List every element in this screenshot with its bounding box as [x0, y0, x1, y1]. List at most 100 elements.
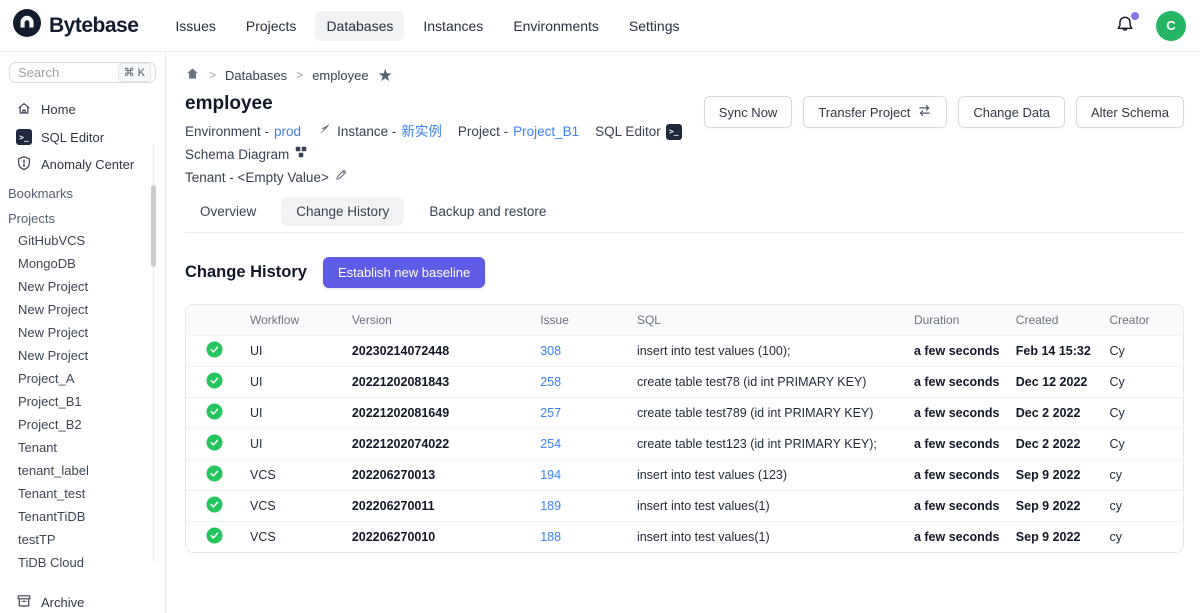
cell-duration: a few seconds — [906, 429, 1008, 460]
project-list: GitHubVCSMongoDBNew ProjectNew ProjectNe… — [0, 229, 165, 574]
cell-sql: insert into test values(1) — [629, 522, 906, 553]
tab-change-history[interactable]: Change History — [281, 197, 404, 226]
sidebar-project-item[interactable]: New Project — [0, 321, 165, 344]
change-history-header: Change History Establish new baseline — [185, 257, 1184, 288]
change-data-button[interactable]: Change Data — [958, 96, 1065, 128]
sync-now-button[interactable]: Sync Now — [704, 96, 793, 128]
user-avatar[interactable]: C — [1156, 11, 1186, 41]
favorite-star-icon[interactable]: ★ — [378, 67, 393, 84]
nav-right: C — [1114, 11, 1186, 41]
section-title: Change History — [185, 263, 307, 282]
tab-bar: Overview Change History Backup and resto… — [185, 197, 1184, 233]
col-status — [186, 305, 242, 336]
tab-overview[interactable]: Overview — [185, 197, 271, 226]
cell-version: 202206270010 — [344, 522, 532, 553]
nav-item-databases[interactable]: Databases — [315, 11, 404, 41]
sidebar-project-item[interactable]: testTP — [0, 528, 165, 551]
nav-item-instances[interactable]: Instances — [412, 11, 494, 41]
sidebar-item-sql-editor[interactable]: >_ SQL Editor — [0, 124, 165, 150]
alter-schema-button[interactable]: Alter Schema — [1076, 96, 1184, 128]
sidebar-project-item[interactable]: Tenant_test — [0, 482, 165, 505]
environment-label: Environment - — [185, 120, 269, 143]
search-input[interactable] — [18, 65, 104, 80]
sql-editor-shortcut[interactable]: SQL Editor >_ — [595, 120, 682, 143]
breadcrumb-employee[interactable]: employee — [312, 68, 368, 83]
change-history-table: Workflow Version Issue SQL Duration Crea… — [185, 304, 1184, 553]
instance-label: Instance - — [337, 120, 396, 143]
nav-item-settings[interactable]: Settings — [618, 11, 691, 41]
issue-link[interactable]: 254 — [540, 437, 561, 451]
cell-creator: cy — [1101, 522, 1183, 553]
table-row[interactable]: VCS 202206270010 188 insert into test va… — [186, 522, 1183, 553]
cell-created: Dec 2 2022 — [1008, 429, 1102, 460]
sidebar-item-label: SQL Editor — [41, 130, 104, 145]
sidebar-scrollbar-thumb[interactable] — [151, 185, 156, 267]
project-link[interactable]: Project_B1 — [513, 120, 579, 143]
edit-pencil-icon[interactable] — [334, 166, 348, 189]
nav-item-projects[interactable]: Projects — [235, 11, 308, 41]
cell-creator: Cy — [1101, 367, 1183, 398]
instance-link[interactable]: 新实例 — [401, 120, 442, 143]
sidebar-project-item[interactable]: Tenant — [0, 436, 165, 459]
issue-link[interactable]: 258 — [540, 375, 561, 389]
col-created: Created — [1008, 305, 1102, 336]
sidebar-project-item[interactable]: New Project — [0, 298, 165, 321]
top-navbar: Bytebase Issues Projects Databases Insta… — [0, 0, 1200, 52]
bookmarks-section-label: Bookmarks — [0, 179, 165, 204]
table-row[interactable]: VCS 202206270013 194 insert into test va… — [186, 460, 1183, 491]
cell-duration: a few seconds — [906, 522, 1008, 553]
sidebar-project-item[interactable]: tenant_label — [0, 459, 165, 482]
nav-item-environments[interactable]: Environments — [502, 11, 610, 41]
sidebar-project-item[interactable]: New Project — [0, 275, 165, 298]
table-row[interactable]: VCS 202206270011 189 insert into test va… — [186, 491, 1183, 522]
search-shortcut-badge: ⌘ K — [118, 63, 151, 82]
sidebar-project-item[interactable]: Project_A — [0, 367, 165, 390]
table-row[interactable]: UI 20230214072448 308 insert into test v… — [186, 336, 1183, 367]
sidebar-item-label: Anomaly Center — [41, 157, 134, 172]
issue-link[interactable]: 189 — [540, 499, 561, 513]
sidebar-item-anomaly-center[interactable]: Anomaly Center — [0, 150, 165, 179]
transfer-arrows-icon — [917, 103, 932, 121]
cell-sql: create table test789 (id int PRIMARY KEY… — [629, 398, 906, 429]
breadcrumb-separator: > — [296, 68, 303, 82]
establish-baseline-button[interactable]: Establish new baseline — [323, 257, 485, 288]
col-issue: Issue — [532, 305, 629, 336]
sidebar-item-home[interactable]: Home — [0, 95, 165, 124]
environment-link[interactable]: prod — [274, 120, 301, 143]
sidebar-project-item[interactable]: Project_B1 — [0, 390, 165, 413]
notification-bell-icon[interactable] — [1114, 14, 1138, 38]
success-check-icon — [206, 341, 223, 358]
sidebar-project-item[interactable]: TiDB Cloud — [0, 551, 165, 574]
transfer-project-button[interactable]: Transfer Project — [803, 96, 947, 128]
table-header-row: Workflow Version Issue SQL Duration Crea… — [186, 305, 1183, 336]
schema-diagram-icon — [294, 143, 308, 166]
schema-diagram-shortcut[interactable]: Schema Diagram — [185, 143, 308, 166]
cell-sql: insert into test values (123) — [629, 460, 906, 491]
issue-link[interactable]: 194 — [540, 468, 561, 482]
table-row[interactable]: UI 20221202081649 257 create table test7… — [186, 398, 1183, 429]
sidebar-project-item[interactable]: TenantTiDB — [0, 505, 165, 528]
sidebar-project-item[interactable]: MongoDB — [0, 252, 165, 275]
sidebar-item-archive[interactable]: Archive — [0, 588, 165, 613]
sidebar-project-item[interactable]: GitHubVCS — [0, 229, 165, 252]
success-check-icon — [206, 465, 223, 482]
issue-link[interactable]: 257 — [540, 406, 561, 420]
search-box[interactable]: ⌘ K — [9, 62, 156, 83]
bytebase-logo-icon — [12, 8, 42, 43]
table-row[interactable]: UI 20221202081843 258 create table test7… — [186, 367, 1183, 398]
tab-backup-and-restore[interactable]: Backup and restore — [414, 197, 561, 226]
cell-workflow: VCS — [242, 522, 344, 553]
breadcrumb-home-icon[interactable] — [185, 66, 200, 84]
sidebar-project-item[interactable]: New Project — [0, 344, 165, 367]
success-check-icon — [206, 527, 223, 544]
table-row[interactable]: UI 20221202074022 254 create table test1… — [186, 429, 1183, 460]
breadcrumb-databases[interactable]: Databases — [225, 68, 287, 83]
instance-engine-icon — [317, 120, 332, 143]
issue-link[interactable]: 308 — [540, 344, 561, 358]
breadcrumb: > Databases > employee ★ — [185, 62, 1184, 84]
nav-item-issues[interactable]: Issues — [164, 11, 226, 41]
issue-link[interactable]: 188 — [540, 530, 561, 544]
sidebar-project-item[interactable]: Project_B2 — [0, 413, 165, 436]
cell-created: Sep 9 2022 — [1008, 491, 1102, 522]
bytebase-logo[interactable]: Bytebase — [12, 8, 138, 43]
